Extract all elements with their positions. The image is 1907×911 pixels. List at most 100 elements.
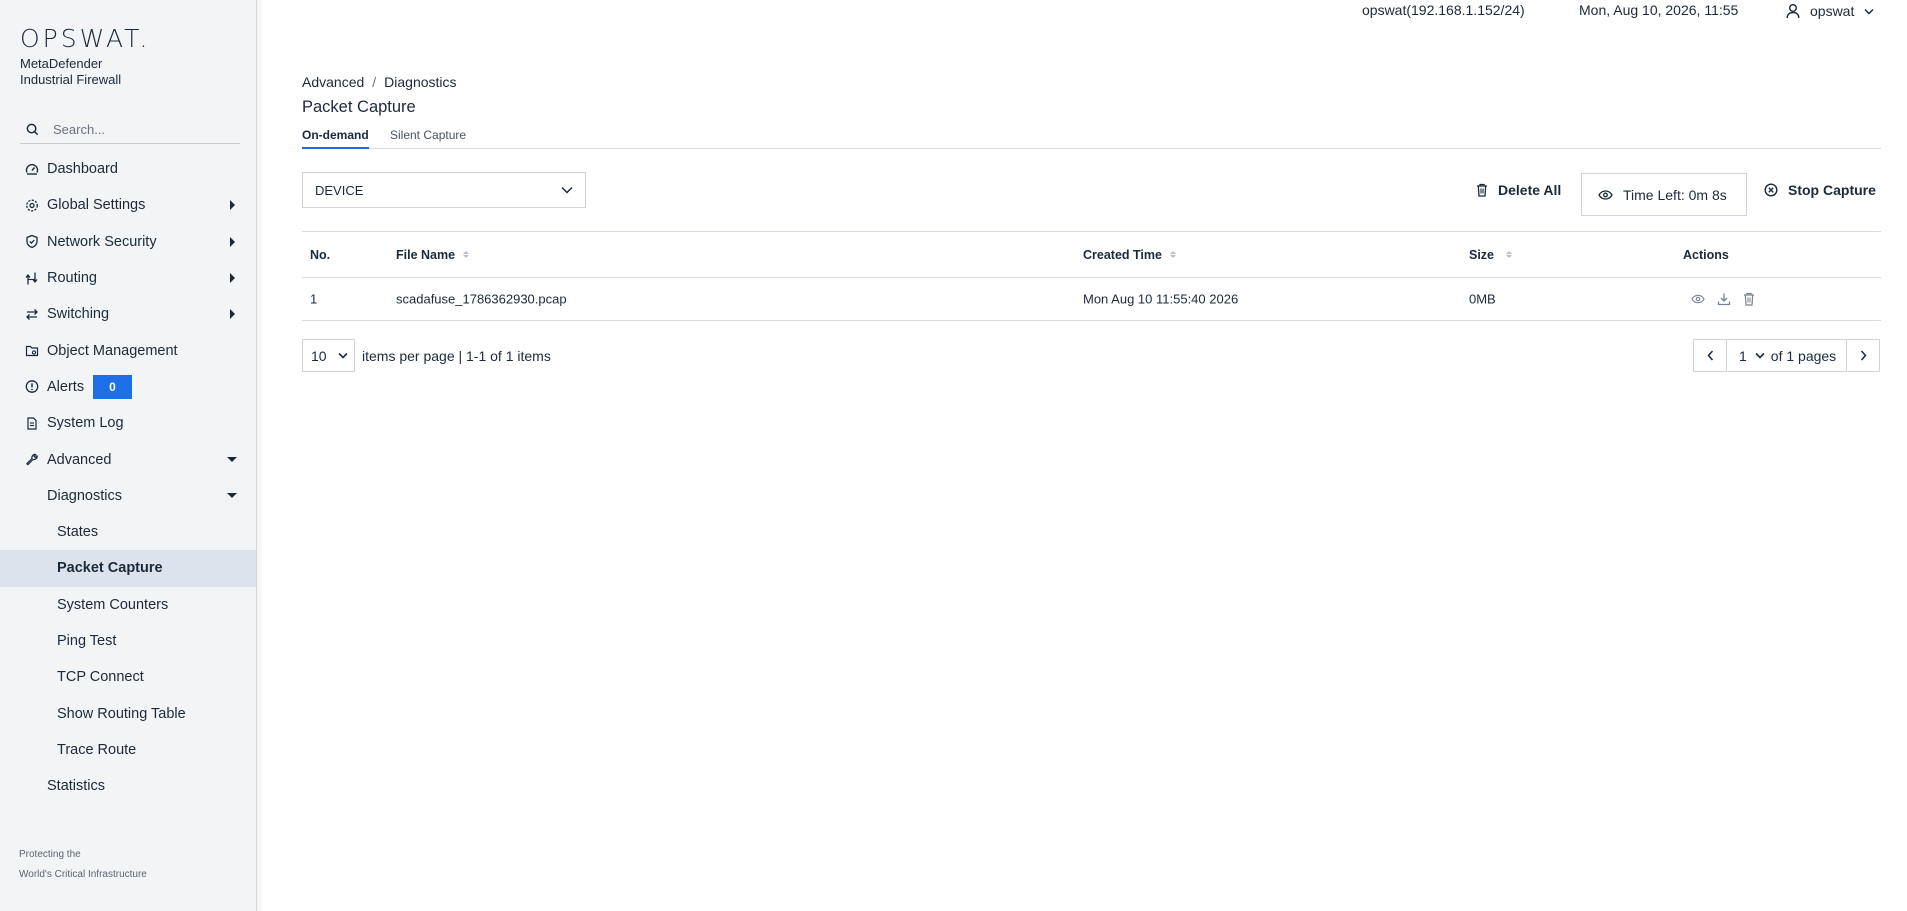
switch-arrows-icon <box>24 307 39 322</box>
footer-tagline-line2: World's Critical Infrastructure <box>19 869 147 880</box>
cell-no: 1 <box>310 291 318 307</box>
footer-tagline-line1: Protecting the <box>19 849 81 860</box>
routing-icon <box>24 271 39 286</box>
sidebar-item-statistics[interactable]: Statistics <box>0 768 257 804</box>
sidebar-item-label: Global Settings <box>47 197 146 214</box>
sidebar-item-states[interactable]: States <box>0 514 257 550</box>
sidebar-item-label: System Log <box>47 415 124 432</box>
alerts-count-badge: 0 <box>93 374 132 399</box>
device-select[interactable]: DEVICE <box>302 172 586 208</box>
next-page-button[interactable] <box>1846 340 1879 371</box>
sidebar-item-alerts[interactable]: Alerts 0 <box>0 369 257 405</box>
tab-on-demand[interactable]: On-demand <box>302 128 369 149</box>
table-row: 1 scadafuse_1786362930.pcap Mon Aug 10 1… <box>302 278 1881 321</box>
sidebar-item-label: System Counters <box>57 596 169 613</box>
chevron-down-icon <box>1864 8 1874 15</box>
sidebar: OPSWAT. MetaDefender Industrial Firewall… <box>0 0 264 911</box>
column-header-no: No. <box>310 247 331 262</box>
document-icon <box>24 416 39 431</box>
breadcrumb-separator: / <box>372 74 377 90</box>
sidebar-item-dashboard[interactable]: Dashboard <box>0 151 257 187</box>
gear-icon <box>24 198 39 213</box>
eye-icon <box>1598 189 1613 200</box>
sidebar-item-network-security[interactable]: Network Security <box>0 224 257 260</box>
sidebar-item-label: Advanced <box>47 451 112 468</box>
page-select-group: 1 of 1 pages <box>1727 340 1846 371</box>
view-eye-icon[interactable] <box>1691 294 1705 304</box>
current-page: 1 <box>1739 347 1747 364</box>
sidebar-item-label: Show Routing Table <box>57 705 186 722</box>
sidebar-item-label: Alerts <box>47 378 85 395</box>
caret-right-icon <box>230 309 235 320</box>
search-icon <box>26 123 39 136</box>
username: opswat <box>1810 3 1855 19</box>
chevron-down-icon <box>338 352 348 359</box>
delete-all-button[interactable]: Delete All <box>1476 182 1561 198</box>
sidebar-item-ping-test[interactable]: Ping Test <box>0 623 257 659</box>
sort-icon <box>1169 251 1176 258</box>
download-icon[interactable] <box>1717 292 1731 306</box>
breadcrumb-parent[interactable]: Advanced <box>302 74 364 90</box>
previous-page-button[interactable] <box>1694 340 1727 371</box>
product-name-line1: MetaDefender <box>20 56 103 71</box>
cell-file-name: scadafuse_1786362930.pcap <box>396 291 567 307</box>
table-header: No. File Name Created Time Size Actions <box>302 232 1881 278</box>
sidebar-item-label: States <box>57 524 99 541</box>
sidebar-item-label: Switching <box>47 306 110 323</box>
stop-circle-icon <box>1764 183 1778 197</box>
cell-created-time: Mon Aug 10 11:55:40 2026 <box>1083 291 1239 307</box>
product-name-line2: Industrial Firewall <box>20 72 122 87</box>
chevron-down-icon <box>1755 352 1765 359</box>
page-number-select[interactable]: 1 <box>1739 348 1765 364</box>
time-left-button[interactable]: Time Left: 0m 8s <box>1581 173 1747 216</box>
sidebar-item-system-counters[interactable]: System Counters <box>0 587 257 623</box>
column-header-created-time[interactable]: Created Time <box>1083 248 1176 262</box>
chevron-left-icon <box>1706 350 1713 361</box>
sidebar-search <box>20 116 240 144</box>
pagination-right: 1 of 1 pages <box>1693 339 1881 372</box>
user-menu[interactable]: opswat <box>1786 0 1907 22</box>
trash-icon[interactable] <box>1743 292 1755 306</box>
column-header-size[interactable]: Size <box>1469 248 1513 262</box>
sort-icon <box>1506 251 1513 258</box>
sidebar-footer: Protecting the World's Critical Infrastr… <box>19 845 147 885</box>
sidebar-item-switching[interactable]: Switching <box>0 296 257 332</box>
device-select-value: DEVICE <box>315 182 364 198</box>
tab-bar: On-demand Silent Capture <box>302 128 1881 149</box>
chevron-right-icon <box>1860 350 1867 361</box>
sidebar-item-packet-capture[interactable]: Packet Capture <box>0 550 257 587</box>
sidebar-item-global-settings[interactable]: Global Settings <box>0 187 257 223</box>
sidebar-item-routing[interactable]: Routing <box>0 260 257 296</box>
sidebar-item-tcp-connect[interactable]: TCP Connect <box>0 659 257 695</box>
sidebar-nav: Dashboard Global Settings Network Securi… <box>0 151 257 804</box>
shield-icon <box>24 234 39 249</box>
sidebar-item-label: TCP Connect <box>57 669 144 686</box>
items-per-page-select[interactable]: 10 <box>302 339 355 372</box>
sidebar-item-show-routing-table[interactable]: Show Routing Table <box>0 695 257 731</box>
sidebar-item-label: Ping Test <box>57 633 117 649</box>
sort-icon <box>463 251 470 258</box>
caret-right-icon <box>230 273 235 284</box>
tab-silent-capture[interactable]: Silent Capture <box>390 128 466 147</box>
sidebar-item-trace-route[interactable]: Trace Route <box>0 732 257 768</box>
breadcrumb-current[interactable]: Diagnostics <box>384 74 456 90</box>
search-input[interactable] <box>53 122 223 137</box>
caret-right-icon <box>230 236 235 247</box>
sidebar-item-diagnostics[interactable]: Diagnostics <box>0 478 257 514</box>
sidebar-item-object-management[interactable]: Object Management <box>0 332 257 368</box>
column-header-file-name[interactable]: File Name <box>396 248 470 262</box>
stop-capture-button[interactable]: Stop Capture <box>1764 182 1876 198</box>
sidebar-item-label: Dashboard <box>47 161 118 178</box>
page-title: Packet Capture <box>302 98 416 116</box>
cell-size: 0MB <box>1469 291 1496 307</box>
delete-all-label: Delete All <box>1498 182 1562 198</box>
caret-down-icon <box>227 457 237 463</box>
chevron-down-icon <box>561 186 573 194</box>
sidebar-item-advanced[interactable]: Advanced <box>0 441 257 477</box>
sidebar-item-label: Trace Route <box>57 741 137 758</box>
pagination-summary: items per page | 1-1 of 1 items <box>362 347 551 364</box>
folder-settings-icon <box>24 343 39 358</box>
sidebar-item-system-log[interactable]: System Log <box>0 405 257 441</box>
caret-down-icon <box>227 493 237 499</box>
user-icon <box>1786 4 1800 19</box>
